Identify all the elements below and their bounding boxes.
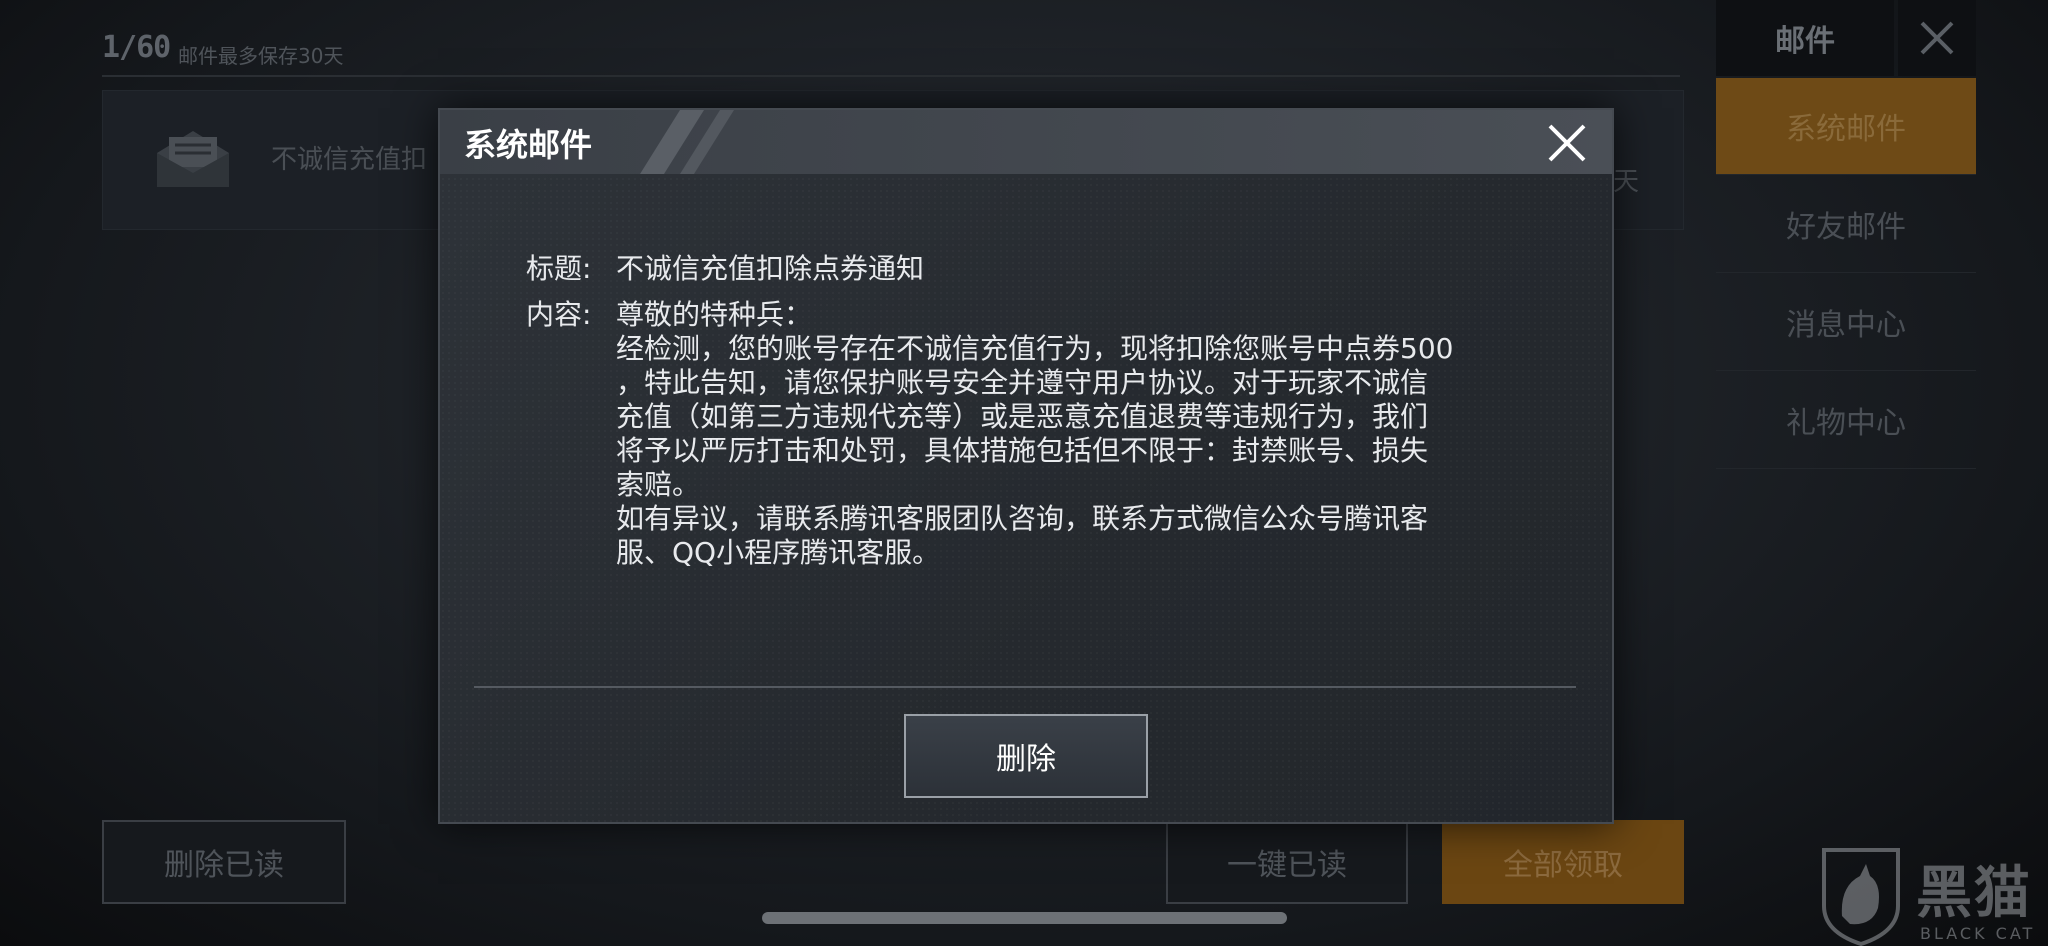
mail-item-title: 不诚信充值扣 xyxy=(271,145,428,175)
subject-row: 标题: 不诚信充值扣除点券通知 xyxy=(526,252,1526,286)
sidebar-item-gift-center[interactable]: 礼物中心 xyxy=(1716,372,1976,469)
screen-close-button[interactable] xyxy=(1898,0,1976,76)
home-indicator[interactable] xyxy=(762,912,1287,924)
watermark: 黑猫 BLACK CAT xyxy=(1820,846,2048,946)
content-row: 内容: 尊敬的特种兵： 经检测，您的账号存在不诚信充值行为，现将扣除您账号中点券… xyxy=(526,298,1526,570)
content-label: 内容: xyxy=(526,298,592,331)
sidebar-item-message-center[interactable]: 消息中心 xyxy=(1716,274,1976,371)
mail-count: 1/60 xyxy=(102,30,171,65)
mark-all-read-button[interactable]: 一键已读 xyxy=(1166,820,1408,904)
subject-label: 标题: xyxy=(526,252,592,285)
sidebar-title: 邮件 xyxy=(1716,0,1894,76)
system-mail-dialog: 系统邮件 标题: 不诚信充值扣除点券通知 内容: 尊敬的特种兵： 经检测，您的账… xyxy=(438,108,1614,824)
dialog-divider xyxy=(474,686,1576,688)
mail-item-days: 天 xyxy=(1612,167,1639,197)
open-envelope-icon xyxy=(157,131,229,187)
delete-button[interactable]: 删除 xyxy=(904,714,1148,798)
sidebar-item-system-mail[interactable]: 系统邮件 xyxy=(1716,78,1976,175)
close-icon[interactable] xyxy=(1544,120,1590,166)
close-icon xyxy=(1920,21,1954,55)
black-cat-logo-icon xyxy=(1822,848,1900,946)
mail-sidebar: 邮件 系统邮件 好友邮件 消息中心 礼物中心 xyxy=(1716,0,1976,946)
header-stripes-decoration xyxy=(640,110,734,174)
delete-read-button[interactable]: 删除已读 xyxy=(102,820,346,904)
mail-content: 尊敬的特种兵： 经检测，您的账号存在不诚信充值行为，现将扣除您账号中点券500 … xyxy=(616,298,1454,569)
mail-subject: 不诚信充值扣除点券通知 xyxy=(616,252,925,285)
divider xyxy=(102,75,1680,77)
dialog-header: 系统邮件 xyxy=(440,110,1612,174)
dialog-title: 系统邮件 xyxy=(464,126,593,164)
claim-all-button[interactable]: 全部领取 xyxy=(1442,820,1684,904)
watermark-text: 黑猫 xyxy=(1916,861,2032,926)
mail-body: 标题: 不诚信充值扣除点券通知 内容: 尊敬的特种兵： 经检测，您的账号存在不诚… xyxy=(526,252,1526,570)
sidebar-item-friend-mail[interactable]: 好友邮件 xyxy=(1716,176,1976,273)
mail-retention-note: 邮件最多保存30天 xyxy=(178,44,344,68)
watermark-subtext: BLACK CAT xyxy=(1920,924,2036,943)
